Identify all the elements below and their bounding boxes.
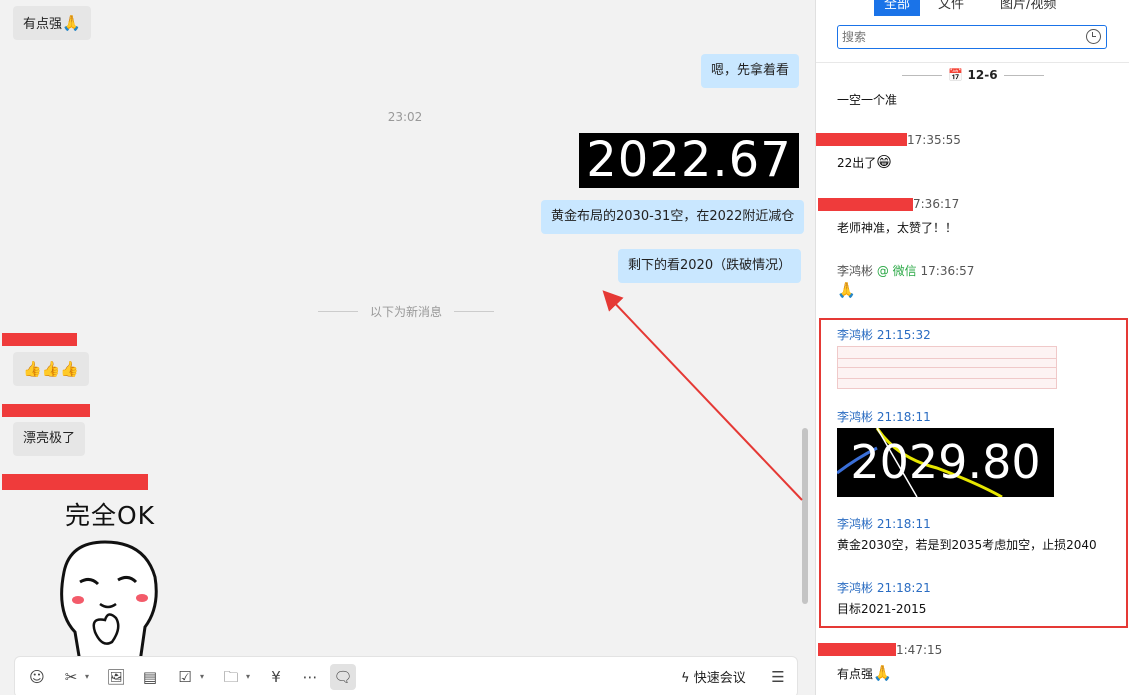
message-bubble[interactable]: 有点强🙏 [13, 6, 91, 40]
quick-meeting-button[interactable]: ϟ 快速会议 [681, 667, 746, 686]
document-icon[interactable]: ▤ [140, 667, 160, 687]
sticker-caption: 完全OK [64, 501, 156, 530]
history-message-meta: 李鸿彬 21:18:21 [837, 579, 931, 596]
scissors-dropdown-icon[interactable]: ▾ [85, 666, 89, 688]
redacted-sender [2, 333, 77, 346]
history-message-time: 21:15:32 [876, 328, 931, 342]
chat-area: 有点强🙏 嗯，先拿着看 23:02 2022.67 黄金布局的2030-31空，… [0, 0, 815, 695]
ok-sticker[interactable]: 完全OK [50, 496, 170, 664]
sender-name: 李鸿彬 [837, 517, 874, 531]
grin-emoji-icon: 😁 [876, 153, 892, 171]
thumbs-up-emoji-icon: 👍👍👍 [23, 360, 80, 378]
chat-history-panel: 全部 文件 图片/视频 📅 12-6 一空一个准 17:35:55 22出了😁 … [815, 0, 1129, 695]
yuan-icon[interactable]: ¥ [266, 667, 286, 687]
sender-name: 李鸿彬 [837, 328, 874, 342]
history-message-time: 7:36:17 [913, 197, 960, 211]
history-message-time: 17:35:55 [907, 133, 961, 147]
price-image-text: 2029.80 [850, 435, 1041, 489]
history-message-text: 🙏 [837, 281, 856, 299]
history-message-time: 1:47:15 [896, 643, 943, 657]
redacted-sender [818, 643, 896, 656]
redacted-sender [818, 198, 913, 211]
chat-scrollbar[interactable] [802, 428, 808, 604]
calendar-icon: 📅 [948, 68, 964, 82]
history-message-time: 21:18:11 [876, 517, 931, 531]
pray-emoji-icon: 🙏 [62, 14, 81, 32]
task-dropdown-icon[interactable]: ▾ [200, 666, 204, 688]
tab-files[interactable]: 文件 [928, 0, 974, 16]
history-message-meta: 李鸿彬 21:15:32 [837, 326, 931, 343]
message-text: 嗯，先拿着看 [711, 63, 790, 78]
scissors-icon[interactable]: ✂ [61, 667, 81, 687]
quick-meeting-label: 快速会议 [693, 671, 746, 686]
history-message-meta: 李鸿彬 21:18:11 [837, 408, 931, 425]
history-message-meta: 李鸿彬 21:18:11 [837, 515, 931, 532]
history-message-time: 21:18:21 [876, 581, 931, 595]
emoji-icon[interactable]: ☺ [27, 667, 47, 687]
history-message-text: 有点强🙏 [837, 664, 892, 682]
history-message-text: 目标2021-2015 [837, 602, 927, 616]
history-message-text: 一空一个准 [837, 93, 898, 107]
history-search-input[interactable] [838, 26, 1078, 48]
tab-images-videos[interactable]: 图片/视频 [990, 0, 1066, 16]
clock-icon[interactable] [1086, 29, 1101, 44]
redacted-sender [2, 404, 90, 417]
history-search-box [837, 25, 1107, 49]
date-label: 12-6 [967, 68, 998, 82]
source-label: @ 微信 [876, 264, 917, 278]
message-bubble[interactable]: 嗯，先拿着看 [701, 54, 800, 88]
folder-dropdown-icon[interactable]: ▾ [246, 666, 250, 688]
redacted-sender [816, 133, 907, 146]
pray-emoji-icon: 🙏 [873, 664, 892, 682]
new-message-divider: 以下为新消息 [318, 303, 494, 320]
image-icon[interactable]: 🖼 [106, 667, 126, 687]
history-message-time: 17:36:57 [920, 264, 975, 278]
redacted-sender [2, 474, 148, 490]
chat-history-icon[interactable]: 🗨 [330, 664, 356, 690]
message-bubble[interactable]: 漂亮极了 [13, 422, 86, 456]
message-text: 漂亮极了 [23, 431, 76, 446]
lightning-icon: ϟ [681, 671, 690, 686]
divider [816, 62, 1129, 63]
sender-name: 李鸿彬 [837, 581, 874, 595]
pray-emoji-icon: 🙏 [837, 281, 856, 299]
list-icon[interactable]: ☰ [768, 667, 788, 687]
message-timestamp: 23:02 [387, 110, 423, 124]
price-image-text: 2022.67 [586, 133, 792, 188]
folder-icon[interactable]: 🗀 [221, 667, 241, 687]
message-text: 剩下的看2020（跌破情况） [628, 258, 792, 273]
history-message-time: 21:18:11 [876, 410, 931, 424]
message-text: 黄金布局的2030-31空，在2022附近减仓 [551, 209, 795, 224]
sender-name: 李鸿彬 [837, 410, 874, 424]
message-bubble[interactable]: 剩下的看2020（跌破情况） [618, 249, 802, 283]
input-toolbar: ☺ ✂ ▾ 🖼 ▤ ☑ ▾ 🗀 ▾ ¥ ⋯ 🗨 ϟ 快速会议 ☰ [14, 656, 798, 695]
history-message-text: 黄金2030空，若是到2035考虑加空，止损2040 [837, 538, 1097, 552]
task-icon[interactable]: ☑ [175, 667, 195, 687]
history-message-text: 老师神准，太赞了！！ [837, 221, 958, 235]
history-image-thumbnail[interactable]: 2029.80 [837, 428, 1054, 497]
price-image[interactable]: 2022.67 [579, 133, 799, 188]
history-message-meta: 李鸿彬 @ 微信 17:36:57 [837, 262, 974, 279]
message-bubble[interactable]: 👍👍👍 [13, 352, 90, 386]
date-separator: 📅 12-6 [902, 68, 1044, 82]
history-image-thumbnail[interactable] [837, 346, 1057, 389]
message-text: 有点强 [23, 17, 63, 32]
history-message-text: 22出了😁 [837, 153, 892, 171]
sticker-face-icon [60, 540, 158, 664]
tab-all[interactable]: 全部 [874, 0, 921, 16]
sender-name: 李鸿彬 [837, 264, 874, 278]
more-icon[interactable]: ⋯ [300, 667, 320, 687]
message-bubble[interactable]: 黄金布局的2030-31空，在2022附近减仓 [541, 200, 805, 234]
